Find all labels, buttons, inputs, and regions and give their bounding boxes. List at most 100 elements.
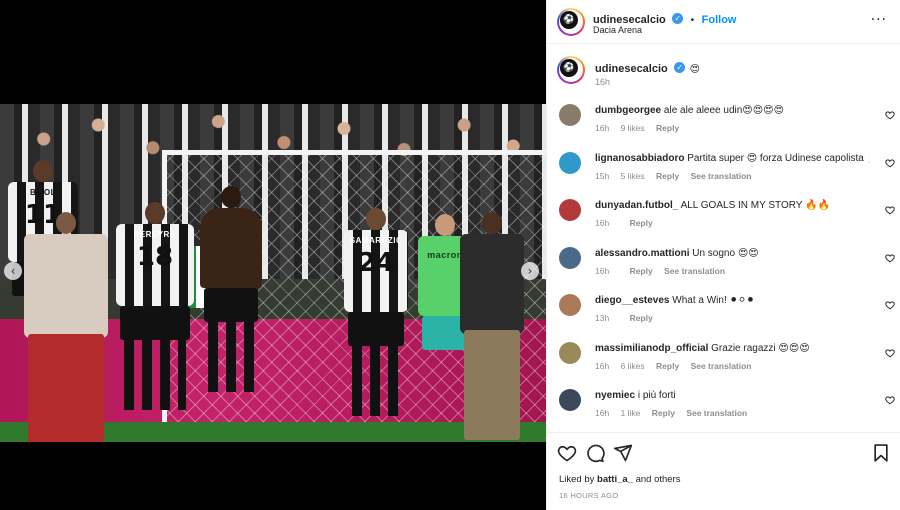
avatar[interactable]: ⚽ [557, 56, 585, 84]
jersey-name: PEREYRA [133, 230, 177, 239]
separator-dot: • [690, 15, 695, 26]
heart-icon[interactable] [885, 348, 895, 358]
reply-button[interactable]: Reply [652, 408, 675, 418]
staff-member-right [460, 212, 524, 440]
action-bar: Liked by batti_a_ and others 16 HOURS AG… [547, 432, 900, 510]
verified-badge-icon: ✓ [672, 13, 684, 25]
player-jersey-18: PEREYRA 18 [116, 202, 194, 410]
see-translation-link[interactable]: See translation [686, 408, 747, 418]
share-icon[interactable] [613, 443, 633, 463]
reply-button[interactable]: Reply [656, 171, 679, 181]
heart-icon[interactable] [885, 300, 895, 310]
comment-text: ale ale aleee udin😍😍😍😍 [663, 105, 785, 116]
next-slide-button[interactable]: › [521, 262, 539, 280]
follow-button[interactable]: Follow [702, 14, 737, 26]
comment-text: i più forti [637, 390, 676, 401]
see-translation-link[interactable]: See translation [664, 266, 725, 276]
reply-button[interactable]: Reply [630, 218, 653, 228]
comment-text: Un sogno 😍😍 [692, 247, 759, 259]
comment-username[interactable]: lignanosabbiadoro [595, 153, 684, 164]
comment-likes[interactable]: 6 likes [621, 361, 645, 371]
reply-button[interactable]: Reply [656, 361, 679, 371]
post-timestamp[interactable]: 16 HOURS AGO [559, 491, 618, 500]
previous-slide-button[interactable]: ‹ [4, 262, 22, 280]
comment-meta: 16h 9 likes Reply [595, 123, 870, 133]
player-jersey-24: SAMARDZIC 24 [344, 208, 408, 416]
comment-time: 16h [595, 123, 610, 133]
heart-icon[interactable] [557, 443, 577, 463]
liked-suffix: and others [635, 474, 681, 485]
heart-icon[interactable] [885, 158, 895, 168]
club-logo-icon: ⚽ [560, 11, 578, 29]
comment-meta: 16h Reply [595, 218, 870, 228]
caption-time: 16h [595, 77, 611, 87]
comment-list: dumbgeorgee ale ale aleee udin😍😍😍😍 16h 9… [557, 100, 897, 433]
reply-button[interactable]: Reply [656, 123, 679, 133]
comment-time: 16h [595, 218, 610, 228]
caption-text: 😍 [689, 64, 701, 75]
see-translation-link[interactable]: See translation [691, 171, 752, 181]
comment-item: dunyadan.futbol_ ALL GOALS IN MY STORY 🔥… [557, 195, 897, 243]
jersey-number: 18 [136, 242, 174, 272]
comment-likes[interactable]: 5 likes [621, 171, 645, 181]
more-options-icon[interactable]: ··· [871, 12, 887, 28]
comment-avatar[interactable] [559, 199, 581, 221]
comment-avatar[interactable] [559, 389, 581, 411]
bookmark-icon[interactable] [871, 443, 891, 463]
comment-avatar[interactable] [559, 341, 581, 364]
comment-item: dumbgeorgee ale ale aleee udin😍😍😍😍 16h 9… [557, 100, 897, 148]
avatar[interactable]: ⚽ [557, 8, 585, 36]
comment-meta: 15h 5 likes Reply See translation [595, 171, 870, 181]
heart-icon[interactable] [885, 253, 895, 263]
comment-text: ALL GOALS IN MY STORY 🔥🔥 [680, 200, 830, 211]
comment-likes[interactable]: 1 like [621, 408, 641, 418]
comment-username[interactable]: alessandro.mattioni [595, 248, 689, 259]
comment-username[interactable]: dumbgeorgee [595, 105, 661, 116]
comment-meta: 16h 1 like Reply See translation [595, 408, 870, 418]
comment-avatar[interactable] [559, 294, 581, 316]
reply-button[interactable]: Reply [630, 313, 653, 323]
comment-time: 16h [595, 265, 610, 276]
liked-prefix: Liked by [559, 474, 595, 485]
comment-avatar[interactable] [559, 151, 581, 174]
see-translation-link[interactable]: See translation [691, 361, 752, 371]
comment-avatar[interactable] [559, 104, 581, 126]
liked-user[interactable]: batti_a_ [597, 474, 633, 485]
post-photo[interactable]: BIJOL 11 PEREYRA 18 SAMARDZIC 24 macron [0, 104, 546, 442]
reply-button[interactable]: Reply [630, 266, 653, 276]
post-header: ⚽ udinesecalcio ✓ • Follow Dacia Arena ·… [547, 0, 900, 44]
comment-meta: 16h Reply See translation [595, 266, 870, 276]
comment-username[interactable]: massimilianodp_official [595, 343, 708, 354]
comment-avatar[interactable] [559, 246, 581, 269]
jersey-name: SAMARDZIC [349, 236, 403, 245]
comment-icon[interactable] [585, 443, 605, 463]
comment-meta: 16h 6 likes Reply See translation [595, 361, 870, 371]
jersey-name: BIJOL [29, 188, 57, 197]
heart-icon[interactable] [885, 110, 895, 120]
comment-item: massimilianodp_official Grazie ragazzi 😍… [557, 338, 897, 386]
staff-member-left [24, 212, 108, 442]
heart-icon[interactable] [885, 205, 895, 215]
comment-username[interactable]: dunyadan.futbol_ [595, 200, 678, 211]
comment-item: alessandro.mattioni Un sogno 😍😍 16h Repl… [557, 243, 897, 291]
caption-username[interactable]: udinesecalcio [595, 63, 668, 75]
comment-likes[interactable]: 9 likes [621, 123, 645, 133]
comment-time: 16h [595, 360, 610, 371]
comment-username[interactable]: nyemiec [595, 390, 635, 401]
comment-text: Grazie ragazzi 😍😍😍 [711, 342, 810, 354]
caption-meta: 16h [595, 77, 620, 87]
comment-text: Partita super 😍 forza Udinese capolista … [687, 152, 870, 164]
location-link[interactable]: Dacia Arena [593, 25, 642, 35]
club-logo-icon: ⚽ [560, 59, 578, 77]
heart-icon[interactable] [885, 395, 895, 405]
media-pane: BIJOL 11 PEREYRA 18 SAMARDZIC 24 macron [0, 0, 546, 510]
verified-badge-icon: ✓ [674, 62, 686, 74]
comment-time: 16h [595, 408, 610, 418]
post-caption: ⚽ udinesecalcio ✓ 😍 16h [557, 56, 887, 96]
comment-meta: 13h Reply [595, 313, 870, 323]
comment-username[interactable]: diego__esteves [595, 295, 670, 306]
comment-item: lignanosabbiadoro Partita super 😍 forza … [557, 148, 897, 196]
liked-by: Liked by batti_a_ and others [559, 474, 680, 485]
jersey-number: 24 [357, 248, 395, 278]
comment-time: 13h [595, 313, 610, 323]
